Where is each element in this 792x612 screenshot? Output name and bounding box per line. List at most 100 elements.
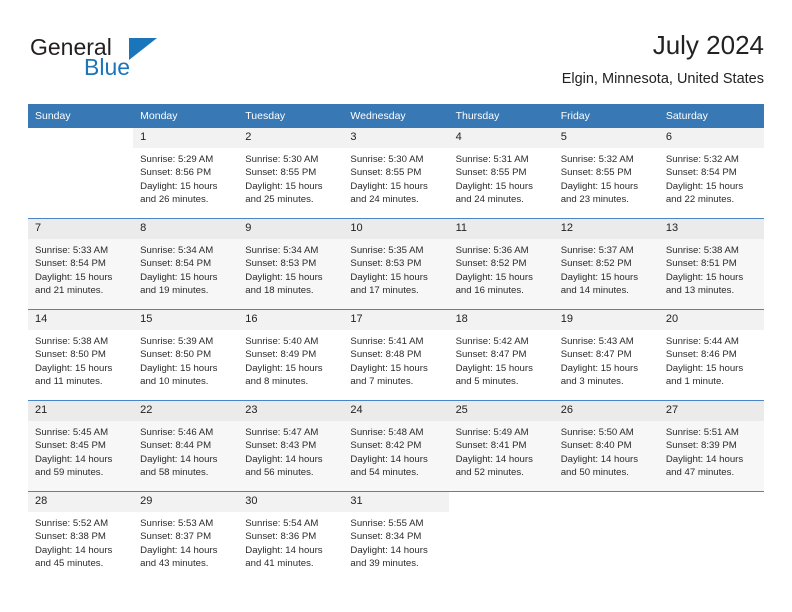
calendar-day-cell[interactable]: 30 Sunrise: 5:54 AM Sunset: 8:36 PM Dayligh… [238, 492, 344, 583]
calendar-day-cell[interactable]: 18 Sunrise: 5:42 AM Sunset: 8:47 PM Dayligh… [448, 310, 554, 401]
calendar-day-cell[interactable]: 22 Sunrise: 5:46 AM Sunset: 8:44 PM Dayligh… [133, 401, 239, 492]
daylight-text-line1: Daylight: 15 hours [35, 271, 113, 283]
calendar-day-cell[interactable]: 23 Sunrise: 5:47 AM Sunset: 8:43 PM Dayligh… [238, 401, 344, 492]
daylight-text-line1: Daylight: 15 hours [140, 180, 218, 192]
general-blue-logo[interactable]: General Blue [28, 34, 258, 90]
sunset-text: Sunset: 8:40 PM [560, 440, 632, 452]
sunrise-text: Sunrise: 5:53 AM [140, 518, 214, 529]
sunrise-text: Sunrise: 5:30 AM [350, 154, 424, 165]
calendar-day-cell[interactable]: 29 Sunrise: 5:53 AM Sunset: 8:37 PM Dayligh… [133, 492, 239, 583]
day-details: Sunrise: 5:50 AM Sunset: 8:40 PM Daylight:… [554, 421, 659, 480]
sunset-text: Sunset: 8:45 PM [35, 440, 106, 452]
day-number: 13 [658, 219, 764, 239]
sunset-text: Sunset: 8:55 PM [245, 167, 317, 179]
day-number: 9 [238, 219, 344, 239]
calendar-day-cell[interactable]: 5 Sunrise: 5:32 AM Sunset: 8:55 PM Daylight… [553, 128, 659, 219]
calendar-day-cell[interactable]: 7 Sunrise: 5:33 AM Sunset: 8:54 PM Daylight… [28, 219, 134, 310]
day-details: Sunrise: 5:44 AM Sunset: 8:46 PM Daylight:… [659, 330, 764, 389]
calendar-day-cell[interactable]: 19 Sunrise: 5:43 AM Sunset: 8:47 PM Dayligh… [553, 310, 659, 401]
sunrise-text: Sunrise: 5:34 AM [245, 245, 319, 256]
daylight-text-line2: and 23 minutes. [560, 194, 629, 206]
day-details: Sunrise: 5:46 AM Sunset: 8:44 PM Daylight:… [133, 421, 238, 480]
title-block: July 2024 Elgin, Minnesota, United State… [562, 28, 764, 90]
calendar-day-cell[interactable]: 13 Sunrise: 5:38 AM Sunset: 8:51 PM Dayligh… [658, 219, 764, 310]
daylight-text-line2: and 56 minutes. [245, 467, 314, 479]
sunrise-text: Sunrise: 5:38 AM [665, 245, 739, 256]
day-number: 25 [448, 401, 554, 421]
day-number: 22 [133, 401, 239, 421]
sunset-text: Sunset: 8:39 PM [665, 440, 737, 452]
day-number: 7 [28, 219, 134, 239]
daylight-text-line1: Daylight: 14 hours [350, 544, 428, 556]
sunset-text: Sunset: 8:36 PM [245, 531, 317, 543]
calendar-day-cell[interactable]: 4 Sunrise: 5:31 AM Sunset: 8:55 PM Daylight… [448, 128, 554, 219]
sunset-text: Sunset: 8:46 PM [665, 349, 737, 361]
day-details [449, 512, 554, 517]
weekday-header-sunday: Sunday [28, 104, 134, 128]
daylight-text-line1: Daylight: 15 hours [245, 362, 323, 374]
calendar-day-cell[interactable] [659, 492, 764, 583]
calendar-day-cell[interactable]: 12 Sunrise: 5:37 AM Sunset: 8:52 PM Dayligh… [553, 219, 659, 310]
day-details: Sunrise: 5:41 AM Sunset: 8:48 PM Daylight:… [343, 330, 448, 389]
calendar-day-cell[interactable]: 17 Sunrise: 5:41 AM Sunset: 8:48 PM Dayligh… [343, 310, 449, 401]
daylight-text-line2: and 58 minutes. [140, 467, 209, 479]
daylight-text-line1: Daylight: 15 hours [140, 271, 218, 283]
day-number [659, 492, 764, 512]
calendar-day-cell[interactable]: 20 Sunrise: 5:44 AM Sunset: 8:46 PM Dayligh… [658, 310, 764, 401]
day-number: 4 [448, 128, 554, 148]
daylight-text-line1: Daylight: 15 hours [350, 271, 428, 283]
day-number: 21 [28, 401, 134, 421]
sunrise-text: Sunrise: 5:54 AM [245, 518, 319, 529]
day-details: Sunrise: 5:51 AM Sunset: 8:39 PM Daylight:… [659, 421, 764, 480]
sunrise-text: Sunrise: 5:43 AM [560, 336, 634, 347]
calendar-day-cell[interactable]: 21 Sunrise: 5:45 AM Sunset: 8:45 PM Dayligh… [28, 401, 134, 492]
day-details: Sunrise: 5:32 AM Sunset: 8:54 PM Daylight:… [659, 148, 764, 207]
calendar-day-cell[interactable]: 9 Sunrise: 5:34 AM Sunset: 8:53 PM Daylight… [238, 219, 344, 310]
calendar-day-cell[interactable]: 14 Sunrise: 5:38 AM Sunset: 8:50 PM Dayligh… [28, 310, 134, 401]
daylight-text-line2: and 54 minutes. [350, 467, 419, 479]
calendar-day-cell[interactable]: 1 Sunrise: 5:29 AM Sunset: 8:56 PM Daylight… [133, 128, 239, 219]
day-details: Sunrise: 5:29 AM Sunset: 8:56 PM Daylight:… [133, 148, 238, 207]
calendar-day-cell[interactable] [554, 492, 659, 583]
calendar-day-cell[interactable]: 11 Sunrise: 5:36 AM Sunset: 8:52 PM Dayligh… [448, 219, 554, 310]
day-number: 12 [553, 219, 659, 239]
calendar-day-cell[interactable] [449, 492, 554, 583]
calendar-day-cell[interactable]: 8 Sunrise: 5:34 AM Sunset: 8:54 PM Daylight… [133, 219, 239, 310]
calendar-day-cell[interactable]: 27 Sunrise: 5:51 AM Sunset: 8:39 PM Dayligh… [658, 401, 764, 492]
sunrise-text: Sunrise: 5:30 AM [245, 154, 319, 165]
calendar-day-cell[interactable]: 31 Sunrise: 5:55 AM Sunset: 8:34 PM Dayligh… [343, 492, 449, 583]
calendar-day-cell[interactable]: 2 Sunrise: 5:30 AM Sunset: 8:55 PM Daylight… [238, 128, 344, 219]
calendar-day-cell[interactable]: 24 Sunrise: 5:48 AM Sunset: 8:42 PM Dayligh… [343, 401, 449, 492]
calendar-day-cell[interactable]: 28 Sunrise: 5:52 AM Sunset: 8:38 PM Dayligh… [28, 492, 134, 583]
daylight-text-line1: Daylight: 15 hours [245, 271, 323, 283]
calendar-day-cell[interactable]: 25 Sunrise: 5:49 AM Sunset: 8:41 PM Dayligh… [448, 401, 554, 492]
weekday-header-monday: Monday [133, 104, 239, 128]
sunrise-text: Sunrise: 5:46 AM [140, 427, 214, 438]
daylight-text-line2: and 25 minutes. [245, 194, 314, 206]
calendar-week-row: 1 Sunrise: 5:29 AM Sunset: 8:56 PM Daylight… [28, 128, 764, 219]
daylight-text-line2: and 26 minutes. [140, 194, 209, 206]
calendar-day-cell[interactable]: 3 Sunrise: 5:30 AM Sunset: 8:55 PM Daylight… [343, 128, 449, 219]
calendar-day-cell[interactable]: 10 Sunrise: 5:35 AM Sunset: 8:53 PM Dayligh… [343, 219, 449, 310]
calendar-day-cell[interactable]: 15 Sunrise: 5:39 AM Sunset: 8:50 PM Dayligh… [133, 310, 239, 401]
day-number: 17 [343, 310, 449, 330]
day-number: 1 [133, 128, 239, 148]
sunset-text: Sunset: 8:48 PM [350, 349, 422, 361]
sunset-text: Sunset: 8:49 PM [245, 349, 317, 361]
calendar-day-cell[interactable]: 26 Sunrise: 5:50 AM Sunset: 8:40 PM Dayligh… [553, 401, 659, 492]
sunrise-text: Sunrise: 5:39 AM [140, 336, 214, 347]
calendar-day-cell[interactable]: 6 Sunrise: 5:32 AM Sunset: 8:54 PM Daylight… [658, 128, 764, 219]
daylight-text-line2: and 14 minutes. [560, 285, 629, 297]
daylight-text-line2: and 22 minutes. [665, 194, 735, 206]
calendar-day-cell[interactable]: 16 Sunrise: 5:40 AM Sunset: 8:49 PM Dayligh… [238, 310, 344, 401]
daylight-text-line2: and 47 minutes. [665, 467, 735, 479]
calendar-week-row: 21 Sunrise: 5:45 AM Sunset: 8:45 PM Dayligh… [28, 400, 764, 492]
sunset-text: Sunset: 8:54 PM [35, 258, 106, 270]
daylight-text-line2: and 41 minutes. [245, 558, 314, 570]
day-details: Sunrise: 5:52 AM Sunset: 8:38 PM Daylight:… [28, 512, 133, 571]
day-details: Sunrise: 5:53 AM Sunset: 8:37 PM Daylight:… [133, 512, 238, 571]
calendar-day-cell[interactable] [28, 128, 133, 219]
sunset-text: Sunset: 8:54 PM [665, 167, 737, 179]
calendar-page: General Blue July 2024 Elgin, Minnesota,… [0, 0, 792, 612]
daylight-text-line2: and 3 minutes. [560, 376, 624, 388]
